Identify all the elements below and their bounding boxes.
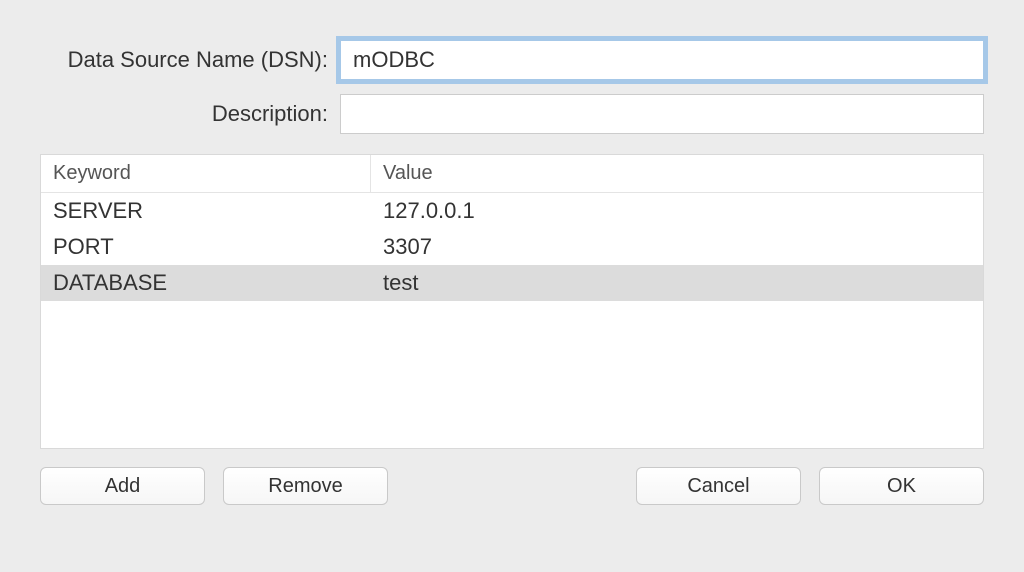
table-cell-keyword: DATABASE [41, 270, 371, 296]
table-body: SERVER127.0.0.1PORT3307DATABASEtest [41, 193, 983, 301]
ok-button[interactable]: OK [819, 467, 984, 505]
table-row[interactable]: PORT3307 [41, 229, 983, 265]
table-cell-value: 127.0.0.1 [371, 198, 983, 224]
cancel-button[interactable]: Cancel [636, 467, 801, 505]
keyword-value-table: Keyword Value SERVER127.0.0.1PORT3307DAT… [40, 154, 984, 449]
table-header: Keyword Value [41, 155, 983, 193]
dsn-configuration-dialog: Data Source Name (DSN): Description: Key… [0, 0, 1024, 545]
table-cell-keyword: PORT [41, 234, 371, 260]
description-label: Description: [40, 101, 340, 127]
remove-button[interactable]: Remove [223, 467, 388, 505]
description-input[interactable] [340, 94, 984, 134]
dsn-input[interactable] [340, 40, 984, 80]
table-cell-value: 3307 [371, 234, 983, 260]
button-spacer [406, 467, 618, 505]
table-header-keyword[interactable]: Keyword [41, 155, 371, 192]
description-row: Description: [40, 94, 984, 134]
dsn-row: Data Source Name (DSN): [40, 40, 984, 80]
table-row[interactable]: DATABASEtest [41, 265, 983, 301]
table-header-value[interactable]: Value [371, 162, 983, 185]
table-cell-value: test [371, 270, 983, 296]
table-row[interactable]: SERVER127.0.0.1 [41, 193, 983, 229]
button-row: Add Remove Cancel OK [40, 467, 984, 505]
add-button[interactable]: Add [40, 467, 205, 505]
dsn-label: Data Source Name (DSN): [40, 47, 340, 73]
table-cell-keyword: SERVER [41, 198, 371, 224]
